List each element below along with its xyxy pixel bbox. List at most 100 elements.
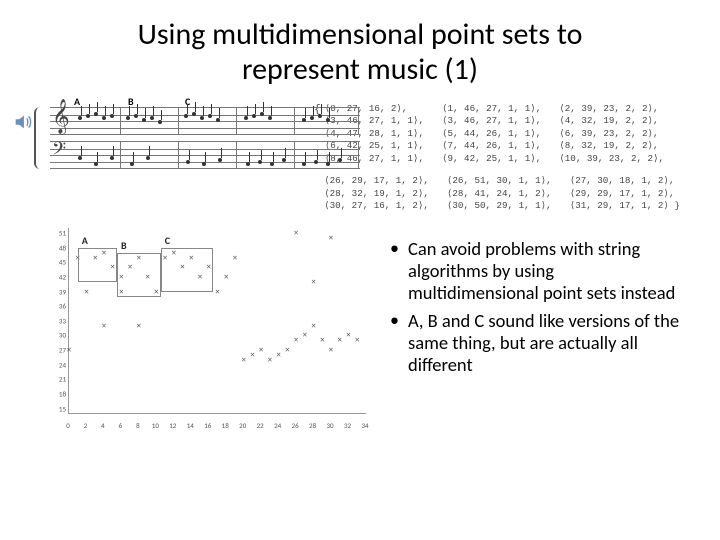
note-head xyxy=(192,112,196,116)
note-stem xyxy=(89,104,90,114)
tuples-g2-col3: ⟨27, 30, 18, 1, 2⟩, ⟨29, 29, 17, 1, 2⟩, … xyxy=(570,175,680,212)
note-head xyxy=(94,112,98,116)
note-stem xyxy=(105,106,106,116)
data-point: × xyxy=(329,234,333,243)
note-head xyxy=(252,114,256,118)
note-stem xyxy=(329,108,330,118)
note-head xyxy=(134,114,138,118)
y-tick: 15 xyxy=(40,404,66,413)
note-head xyxy=(86,114,90,118)
note-head xyxy=(258,160,262,164)
note-stem xyxy=(249,152,250,162)
data-point: × xyxy=(233,253,237,262)
data-point: × xyxy=(355,336,359,345)
data-point: × xyxy=(259,346,263,355)
data-point: × xyxy=(311,321,315,330)
scatter-plot: ××××××××××××××××××××××××××××××××××××××××… xyxy=(40,224,370,434)
note-stem xyxy=(271,106,272,116)
note-stem xyxy=(317,150,318,160)
note-stem xyxy=(273,152,274,162)
note-head xyxy=(314,160,318,164)
music-score: A B C 𝄞 [[28,8],[36,6],[44,4],[52,8],[60… xyxy=(40,101,304,181)
note-head xyxy=(216,118,220,122)
point-tuples: { ⟨0, 27, 16, 2⟩, ⟨3, 46, 27, 1, 1⟩, ⟨4,… xyxy=(314,101,680,212)
note-stem xyxy=(149,146,150,156)
data-point: × xyxy=(320,336,324,345)
note-stem xyxy=(145,108,146,118)
note-head xyxy=(302,118,306,122)
note-stem xyxy=(261,150,262,160)
note-stem xyxy=(203,106,204,116)
y-tick: 39 xyxy=(40,287,66,296)
region-box xyxy=(161,248,213,292)
title-line-2: represent music (1) xyxy=(242,51,478,88)
data-point: × xyxy=(250,350,254,359)
y-tick: 33 xyxy=(40,316,66,325)
note-stem xyxy=(211,104,212,114)
data-point: × xyxy=(241,355,245,364)
note-stem xyxy=(329,152,330,162)
region-box xyxy=(117,253,161,297)
bullet-2: A, B and C sound like versions of the sa… xyxy=(388,310,680,375)
note-head xyxy=(282,158,286,162)
y-tick: 30 xyxy=(40,331,66,340)
bullet-1: Can avoid problems with string algorithm… xyxy=(388,238,680,303)
note-head xyxy=(244,116,248,120)
note-head xyxy=(208,114,212,118)
note-stem xyxy=(263,102,264,112)
note-stem xyxy=(305,152,306,162)
grand-staff-brace xyxy=(34,107,40,169)
data-point: × xyxy=(102,321,106,330)
note-stem xyxy=(195,102,196,112)
x-tick: 2 xyxy=(84,421,88,430)
note-head xyxy=(326,162,330,166)
note-head xyxy=(186,160,190,164)
grand-staff: A B C 𝄞 [[28,8],[36,6],[44,4],[52,8],[60… xyxy=(50,107,360,169)
note-stem xyxy=(97,152,98,162)
data-point: × xyxy=(137,321,141,330)
data-point: × xyxy=(215,287,219,296)
note-stem xyxy=(133,152,134,162)
note-head xyxy=(202,162,206,166)
x-tick: 22 xyxy=(257,421,264,430)
note-head xyxy=(270,162,274,166)
note-head xyxy=(326,118,330,122)
note-stem xyxy=(81,146,82,156)
slide-title: Using multidimensional point sets to rep… xyxy=(40,18,680,87)
note-head xyxy=(110,114,114,118)
x-tick: 12 xyxy=(169,421,176,430)
region-label: B xyxy=(121,239,127,252)
bass-clef-icon: 𝄢 xyxy=(52,140,66,162)
note-head xyxy=(246,162,250,166)
x-tick: 24 xyxy=(274,421,281,430)
note-head xyxy=(338,158,342,162)
treble-staff: 𝄞 [[28,8],[36,6],[44,4],[52,8],[60,6],[7… xyxy=(50,107,360,135)
data-point: × xyxy=(338,336,342,345)
data-point: × xyxy=(276,350,280,359)
data-point: × xyxy=(294,336,298,345)
data-point: × xyxy=(311,277,315,286)
y-tick: 27 xyxy=(40,346,66,355)
note-stem xyxy=(313,106,314,116)
note-stem xyxy=(205,152,206,162)
title-line-1: Using multidimensional point sets to xyxy=(138,16,583,53)
note-stem xyxy=(137,104,138,114)
bullet-list: Can avoid problems with string algorithm… xyxy=(388,224,680,434)
tuples-group-2: ⟨26, 29, 17, 1, 2⟩, ⟨28, 32, 19, 1, 2⟩, … xyxy=(314,175,680,212)
note-stem xyxy=(221,148,222,158)
note-stem xyxy=(129,106,130,116)
tuples-g1-col3: ⟨2, 39, 23, 2, 2⟩, ⟨4, 32, 19, 2, 2⟩, ⟨6… xyxy=(559,103,664,165)
note-head xyxy=(146,156,150,160)
x-tick: 32 xyxy=(344,421,351,430)
note-head xyxy=(78,156,82,160)
note-stem xyxy=(189,150,190,160)
region-box xyxy=(78,248,117,282)
note-stem xyxy=(113,104,114,114)
treble-clef-icon: 𝄞 xyxy=(52,102,70,132)
note-head xyxy=(130,162,134,166)
y-tick: 42 xyxy=(40,273,66,282)
bass-staff: 𝄢 [[28,14],[44,20],[60,14],[80,20],[96,1… xyxy=(50,141,360,169)
x-tick: 8 xyxy=(136,421,140,430)
note-head xyxy=(184,114,188,118)
y-tick: 21 xyxy=(40,375,66,384)
